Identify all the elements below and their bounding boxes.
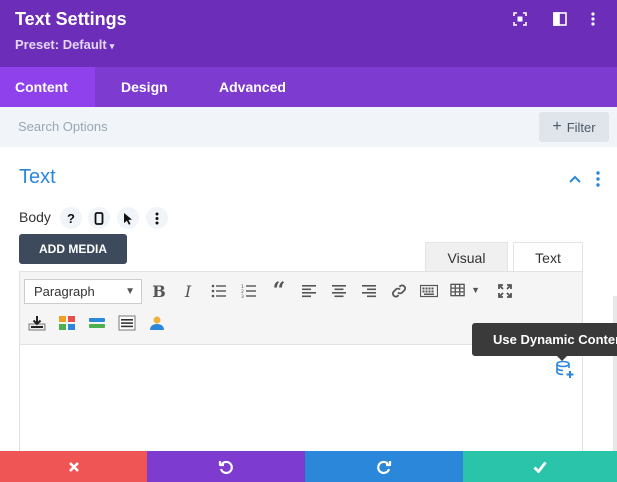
discard-button[interactable] bbox=[0, 451, 147, 482]
tab-design[interactable]: Design bbox=[121, 67, 168, 107]
search-input[interactable] bbox=[18, 119, 318, 134]
italic-icon[interactable]: I bbox=[178, 281, 198, 301]
bulleted-list-icon[interactable] bbox=[209, 281, 229, 301]
preset-label: Preset: Default bbox=[15, 37, 107, 52]
undo-icon bbox=[218, 460, 233, 474]
numbered-list-icon[interactable]: 123 bbox=[239, 281, 259, 301]
preset-selector[interactable]: Preset: Default ▾ bbox=[15, 37, 114, 52]
modal-title: Text Settings bbox=[15, 9, 127, 29]
caret-down-icon: ▼ bbox=[471, 285, 480, 295]
align-right-icon[interactable] bbox=[359, 281, 379, 301]
filter-button[interactable]: + Filter bbox=[539, 112, 609, 142]
blockquote-icon[interactable]: “ bbox=[269, 278, 289, 304]
bold-icon[interactable]: B bbox=[149, 281, 169, 301]
plus-icon: + bbox=[552, 118, 562, 135]
split-panel-icon[interactable] bbox=[551, 10, 569, 28]
editor-tab-visual[interactable]: Visual bbox=[425, 242, 508, 272]
dynamic-content-icon[interactable] bbox=[555, 360, 575, 380]
table-icon[interactable]: ▼ bbox=[450, 280, 480, 300]
close-icon bbox=[68, 461, 79, 472]
section-more-icon[interactable] bbox=[592, 170, 604, 188]
undo-button[interactable] bbox=[147, 451, 305, 482]
link-icon[interactable] bbox=[389, 281, 409, 301]
check-icon bbox=[533, 461, 547, 473]
filter-label: Filter bbox=[566, 119, 596, 135]
format-select[interactable]: Paragraph ▼ bbox=[24, 279, 142, 304]
align-left-icon[interactable] bbox=[299, 281, 319, 301]
chevron-up-icon[interactable] bbox=[567, 171, 583, 187]
redo-icon bbox=[377, 460, 392, 474]
editor-content-area[interactable] bbox=[19, 345, 583, 455]
mobile-icon[interactable] bbox=[88, 207, 110, 229]
panel-scrollbar[interactable] bbox=[613, 296, 617, 456]
settings-tabs: Content Design Advanced bbox=[0, 67, 617, 107]
search-bar bbox=[0, 107, 617, 147]
field-more-icon[interactable] bbox=[146, 207, 168, 229]
dynamic-content-tooltip: Use Dynamic Content bbox=[472, 323, 617, 356]
layout-grid-icon[interactable] bbox=[57, 313, 77, 333]
focus-expand-icon[interactable] bbox=[511, 10, 529, 28]
editor-tab-text[interactable]: Text bbox=[513, 242, 583, 272]
settings-header: Text Settings Preset: Default ▾ bbox=[0, 0, 617, 67]
section-title[interactable]: Text bbox=[19, 166, 56, 189]
user-icon[interactable] bbox=[147, 313, 167, 333]
divider-icon[interactable] bbox=[87, 313, 107, 333]
caret-down-icon: ▼ bbox=[125, 286, 135, 297]
body-field-label: Body bbox=[19, 209, 51, 225]
help-glyph: ? bbox=[67, 210, 75, 226]
format-select-value: Paragraph bbox=[34, 284, 95, 299]
tab-advanced[interactable]: Advanced bbox=[219, 67, 286, 107]
svg-text:3: 3 bbox=[241, 294, 244, 298]
add-media-button[interactable]: ADD MEDIA bbox=[19, 234, 127, 264]
tab-content[interactable]: Content bbox=[0, 67, 95, 107]
align-center-icon[interactable] bbox=[329, 281, 349, 301]
more-vertical-icon[interactable] bbox=[584, 10, 602, 28]
save-button[interactable] bbox=[463, 451, 617, 482]
shortcode-icon[interactable] bbox=[117, 313, 137, 333]
fullscreen-icon[interactable] bbox=[495, 281, 515, 301]
keyboard-icon[interactable] bbox=[419, 281, 439, 301]
redo-button[interactable] bbox=[305, 451, 463, 482]
cursor-hover-icon[interactable] bbox=[117, 207, 139, 229]
import-icon[interactable] bbox=[27, 313, 47, 333]
help-icon[interactable]: ? bbox=[60, 207, 82, 229]
modal-footer bbox=[0, 451, 617, 482]
caret-down-icon: ▾ bbox=[109, 41, 115, 51]
